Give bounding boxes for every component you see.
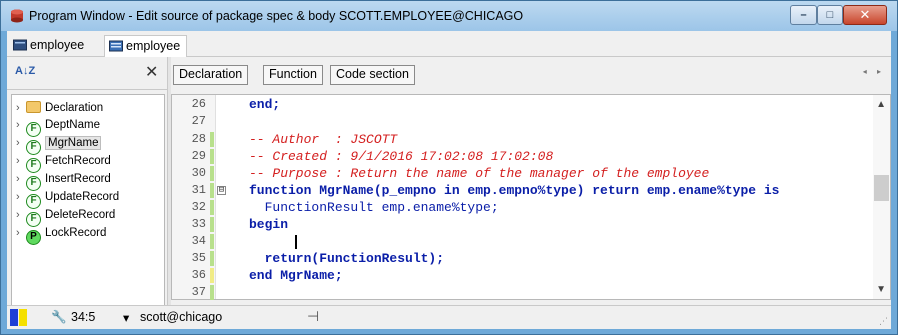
database-icon	[11, 9, 23, 23]
text-caret	[295, 235, 297, 249]
program-window: Program Window - Edit source of package …	[0, 0, 898, 335]
function-icon: F	[26, 176, 41, 191]
tab-package-body[interactable]: employee	[104, 35, 188, 57]
declaration-button[interactable]: Declaration	[173, 65, 249, 85]
resize-grip-icon[interactable]: ⋰	[879, 316, 888, 327]
code-line: 37	[172, 285, 872, 300]
function-icon: F	[26, 140, 41, 155]
chevron-right-icon[interactable]: ›	[16, 173, 26, 185]
code-line: 30 -- Purpose : Return the name of the ma…	[191, 166, 710, 181]
tree-item-declaration[interactable]: › Declaration	[16, 101, 103, 119]
title-bar[interactable]: Program Window - Edit source of package …	[1, 1, 897, 31]
code-line: 29 -- Created : 9/1/2016 17:02:08 17:02:0…	[191, 149, 554, 164]
tree-item-mgrname[interactable]: › F MgrName	[16, 136, 102, 155]
code-line: 27	[191, 114, 206, 128]
code-line: 36 end MgrName;	[191, 268, 343, 283]
maximize-icon: □	[826, 9, 834, 21]
function-icon: F	[26, 194, 41, 209]
function-icon: F	[26, 212, 41, 227]
navigator-toolbar: A↓Z ✕	[7, 57, 167, 90]
tree-item-updaterecord[interactable]: › F UpdateRecord	[16, 191, 119, 209]
window-client-area: employee employee A↓Z ✕ › Declaration › F D…	[7, 31, 891, 329]
code-line: 34	[172, 234, 872, 249]
connection-name[interactable]: scott@chicago	[140, 310, 222, 324]
cursor-position: 34:5	[71, 310, 96, 324]
chevron-right-icon[interactable]: ›	[16, 137, 26, 149]
code-line: 32 FunctionResult emp.ename%type;	[191, 200, 499, 215]
close-icon: ✕	[859, 7, 871, 22]
tree-item-fetchrecord[interactable]: › F FetchRecord	[16, 155, 111, 173]
code-section-button[interactable]: Code section	[330, 65, 415, 85]
code-line: 26 end;	[191, 97, 281, 112]
code-line: 35 return(FunctionResult);	[191, 251, 445, 266]
connection-color-yellow	[19, 309, 27, 326]
code-line: 28 -- Author : JSCOTT	[191, 132, 398, 147]
tree-item-deleterecord[interactable]: › F DeleteRecord	[16, 209, 115, 227]
chevron-right-icon[interactable]: ›	[16, 227, 26, 239]
scroll-up-icon[interactable]: ▲	[876, 99, 886, 110]
tab-label: employee	[30, 38, 85, 52]
fold-collapse-icon[interactable]: ⊟	[217, 186, 226, 195]
chevron-right-icon[interactable]: ›	[16, 191, 26, 203]
close-navigator-icon[interactable]: ✕	[145, 62, 158, 82]
tree-item-insertrecord[interactable]: › F InsertRecord	[16, 173, 111, 191]
chevron-right-icon[interactable]: ›	[16, 102, 26, 114]
code-editor[interactable]: 26 end; 27 28 -- Author : JSCOTT 29 -- Crea…	[171, 94, 891, 300]
minimize-icon: –	[800, 9, 807, 21]
connection-dropdown-icon[interactable]: ▾	[123, 310, 129, 325]
code-line: 31 ⊟ function MgrName(p_empno in emp.empno…	[191, 183, 780, 198]
scrollbar-thumb[interactable]	[874, 175, 889, 201]
procedure-icon: P	[26, 230, 41, 245]
section-toolbar: Declaration Function Code section ◂ ▸	[171, 57, 891, 90]
pin-icon[interactable]: ⊣	[307, 308, 319, 325]
wrench-icon: 🔧	[51, 310, 67, 324]
chevron-right-icon[interactable]: ›	[16, 155, 26, 167]
status-bar: 🔧 34:5 ▾ scott@chicago ⊣ ⋰	[7, 305, 891, 329]
code-line: 33 begin	[191, 217, 289, 232]
tree-item-deptname[interactable]: › F DeptName	[16, 119, 100, 137]
tab-label: employee	[126, 39, 181, 53]
scroll-sections-arrows[interactable]: ◂ ▸	[863, 67, 885, 76]
connection-color-blue	[10, 309, 18, 326]
navigator-tree[interactable]: › Declaration › F DeptName › F MgrName › F Fetc…	[11, 94, 165, 324]
window-title: Program Window - Edit source of package …	[29, 9, 524, 23]
minimize-button[interactable]: –	[790, 5, 817, 25]
folder-icon	[26, 101, 41, 113]
sort-alpha-icon[interactable]: A↓Z	[15, 65, 35, 77]
tree-item-lockrecord[interactable]: › P LockRecord	[16, 227, 106, 245]
function-icon: F	[26, 122, 41, 137]
chevron-right-icon[interactable]: ›	[16, 119, 26, 131]
function-icon: F	[26, 158, 41, 173]
document-tabstrip: employee employee	[7, 31, 891, 57]
close-button[interactable]: ✕	[843, 5, 887, 25]
package-body-icon	[109, 40, 123, 52]
function-button[interactable]: Function	[263, 65, 323, 85]
scroll-down-icon[interactable]: ▼	[876, 284, 886, 295]
vertical-scrollbar[interactable]: ▲ ▼	[873, 95, 890, 299]
maximize-button[interactable]: □	[817, 5, 843, 25]
chevron-right-icon[interactable]: ›	[16, 209, 26, 221]
package-spec-icon	[13, 39, 27, 51]
tab-package-spec[interactable]: employee	[9, 35, 90, 57]
